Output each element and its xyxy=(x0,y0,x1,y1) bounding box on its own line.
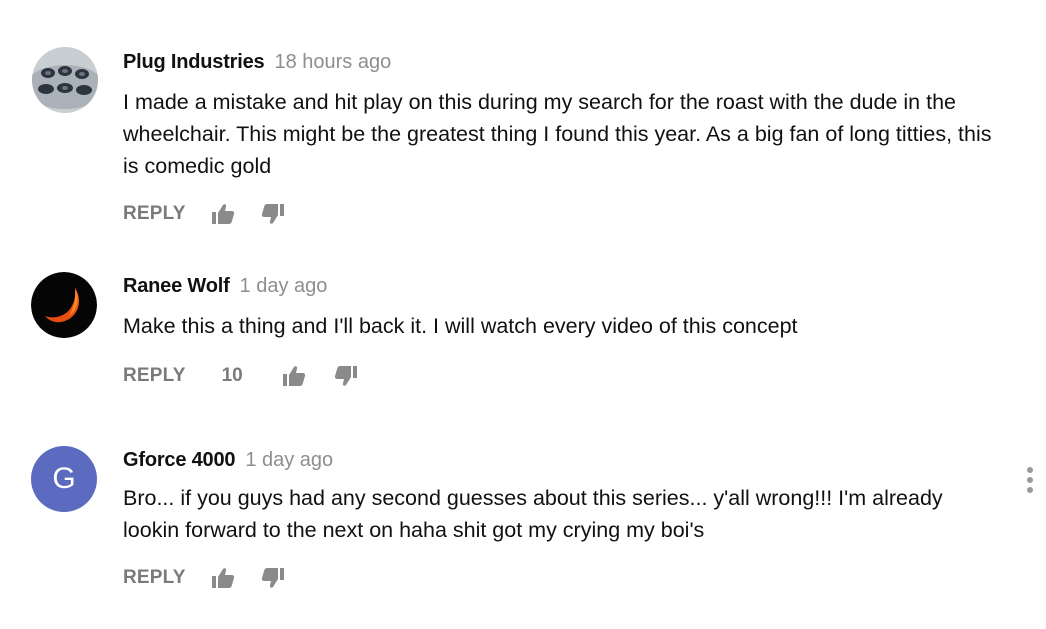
comment-actions: REPLY 10 xyxy=(123,362,359,390)
comment-time[interactable]: 18 hours ago xyxy=(274,51,391,73)
reply-button[interactable]: REPLY xyxy=(123,567,186,589)
thumb-down-icon[interactable] xyxy=(260,566,286,590)
comment-time[interactable]: 1 day ago xyxy=(240,275,328,297)
avatar[interactable] xyxy=(32,47,98,113)
author-name[interactable]: Plug Industries xyxy=(123,51,265,73)
comment-text: Make this a thing and I'll back it. I wi… xyxy=(123,314,798,338)
thumb-down-icon[interactable] xyxy=(333,364,359,388)
avatar-image xyxy=(32,47,98,113)
avatar-letter: G xyxy=(52,462,76,495)
avatar-image xyxy=(31,272,97,338)
thumb-up-icon[interactable] xyxy=(210,566,236,590)
comment-actions: REPLY xyxy=(123,564,286,592)
comment-header: Ranee Wolf 1 day ago xyxy=(123,275,327,298)
thumb-up-icon[interactable] xyxy=(210,202,236,226)
like-count: 10 xyxy=(221,365,243,386)
avatar[interactable] xyxy=(31,272,97,338)
reply-button[interactable]: REPLY xyxy=(123,203,186,225)
more-vert-icon[interactable] xyxy=(1020,464,1040,498)
author-name[interactable]: Gforce 4000 xyxy=(123,449,236,471)
comment-text: I made a mistake and hit play on this du… xyxy=(123,90,992,178)
comment-actions: REPLY xyxy=(123,200,286,228)
avatar[interactable]: G xyxy=(31,446,97,512)
comment-time[interactable]: 1 day ago xyxy=(245,449,333,471)
comment-header: Plug Industries 18 hours ago xyxy=(123,51,391,74)
comment-header: Gforce 4000 1 day ago xyxy=(123,449,333,472)
thumb-down-icon[interactable] xyxy=(260,202,286,226)
comment-text: Bro... if you guys had any second guesse… xyxy=(123,486,943,542)
author-name[interactable]: Ranee Wolf xyxy=(123,275,230,297)
reply-button[interactable]: REPLY xyxy=(123,365,186,387)
thumb-up-icon[interactable] xyxy=(281,364,307,388)
